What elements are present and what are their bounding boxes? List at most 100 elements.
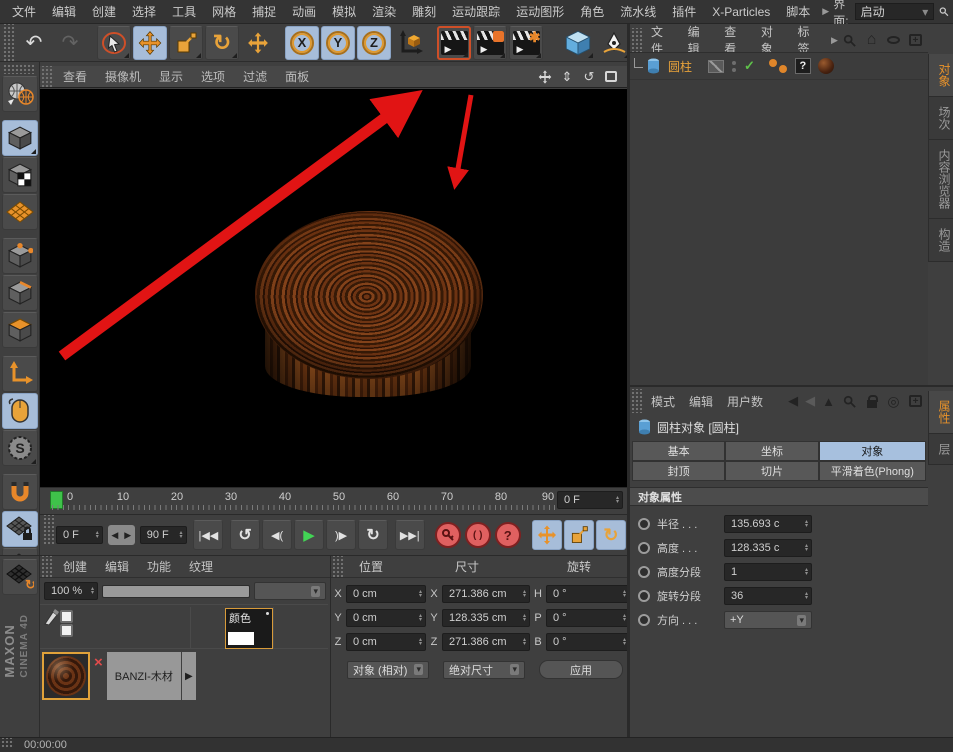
enable-axis-button[interactable] bbox=[2, 356, 38, 392]
viewport-menu-view[interactable]: 查看 bbox=[54, 68, 96, 85]
keyframe-circle-icon[interactable] bbox=[638, 518, 650, 530]
material-manager-icon-button[interactable]: ↻ bbox=[2, 559, 38, 595]
color-channel-cell[interactable]: 颜色 bbox=[225, 608, 273, 649]
add-primitive-button[interactable] bbox=[561, 26, 595, 60]
material-menu-edit[interactable]: 编辑 bbox=[96, 558, 138, 575]
key-scale-toggle[interactable] bbox=[564, 520, 594, 550]
attr-menu-edit[interactable]: 编辑 bbox=[682, 393, 720, 410]
model-mode-button[interactable] bbox=[2, 120, 38, 156]
attr-lock-icon[interactable] bbox=[864, 394, 879, 409]
step-back-icon[interactable]: ◀ bbox=[111, 530, 118, 541]
menu-snap[interactable]: 捕捉 bbox=[244, 3, 284, 20]
texture-mode-button[interactable] bbox=[2, 157, 38, 193]
go-to-start-button[interactable]: |◀◀ bbox=[193, 520, 223, 550]
attr-add-icon[interactable]: + bbox=[908, 394, 923, 409]
menu-script[interactable]: 脚本 bbox=[778, 3, 818, 20]
play-backwards-loop-button[interactable]: ↺ bbox=[230, 520, 260, 550]
keyframe-circle-icon[interactable] bbox=[638, 566, 650, 578]
menu-animate[interactable]: 动画 bbox=[284, 3, 324, 20]
menu-motion-tracker[interactable]: 运动跟踪 bbox=[444, 3, 508, 20]
frame-step-buttons[interactable]: ◀▶ bbox=[108, 525, 135, 545]
play-forward-loop-button[interactable]: ↻ bbox=[358, 520, 388, 550]
rotate-tool-button[interactable]: ↻ bbox=[205, 26, 239, 60]
go-to-end-button[interactable]: ▶▶| bbox=[395, 520, 425, 550]
layer-color-box[interactable] bbox=[708, 60, 724, 73]
viewport-menu-options[interactable]: 选项 bbox=[192, 68, 234, 85]
step-forward-icon[interactable]: ▶ bbox=[124, 530, 131, 541]
size-mode-dropdown[interactable]: 绝对尺寸 bbox=[443, 661, 525, 679]
material-menu-function[interactable]: 功能 bbox=[138, 558, 180, 575]
om-menu-more-icon[interactable]: ▶ bbox=[827, 35, 842, 46]
tab-basic[interactable]: 基本 bbox=[632, 441, 725, 461]
interface-layout-select[interactable]: 启动 bbox=[855, 3, 935, 20]
viewport-menu-cameras[interactable]: 摄像机 bbox=[96, 68, 150, 85]
magnet-snap-button[interactable] bbox=[2, 474, 38, 510]
enabled-check-icon[interactable]: ✓ bbox=[744, 58, 755, 74]
position-z-field[interactable]: 0 cm▴ ▾ bbox=[346, 633, 426, 651]
viewport-maximize-icon[interactable] bbox=[603, 69, 619, 85]
menu-simulate[interactable]: 模拟 bbox=[324, 3, 364, 20]
play-button[interactable]: ▶ bbox=[294, 520, 324, 550]
object-tree[interactable]: 圆柱 ✓ ? bbox=[630, 52, 928, 385]
menu-sculpt[interactable]: 雕刻 bbox=[404, 3, 444, 20]
live-selection-button[interactable] bbox=[97, 26, 131, 60]
tab-objects[interactable]: 对象 bbox=[928, 54, 953, 97]
material-zoom-field[interactable]: 100 %▴ ▾ bbox=[44, 582, 98, 600]
rotation-p-field[interactable]: 0 °▴ ▾ bbox=[546, 609, 630, 627]
attr-back-icon[interactable]: ◀ bbox=[788, 393, 798, 409]
workplane-mode-button[interactable] bbox=[2, 194, 38, 230]
attr-menu-userdata[interactable]: 用户数 bbox=[720, 393, 770, 410]
current-frame-field[interactable]: 0 F▴ ▾ bbox=[557, 491, 623, 509]
edges-mode-button[interactable] bbox=[2, 275, 38, 311]
layout-expand-icon[interactable]: ▶ bbox=[818, 6, 833, 17]
size-x-field[interactable]: 271.386 cm▴ ▾ bbox=[442, 585, 530, 603]
viewport-zoom-icon[interactable]: ⇕ bbox=[559, 69, 575, 85]
key-rotation-toggle[interactable]: ↻ bbox=[596, 520, 626, 550]
position-x-field[interactable]: 0 cm▴ ▾ bbox=[346, 585, 426, 603]
viewport-solo-button[interactable] bbox=[2, 393, 38, 429]
size-y-field[interactable]: 128.335 cm▴ ▾ bbox=[442, 609, 530, 627]
menu-select[interactable]: 选择 bbox=[124, 3, 164, 20]
menu-pipeline[interactable]: 流水线 bbox=[612, 3, 664, 20]
height-segments-field[interactable]: 1▴ ▾ bbox=[724, 563, 812, 581]
tab-object[interactable]: 对象 bbox=[819, 441, 926, 461]
menu-plugins[interactable]: 插件 bbox=[664, 3, 704, 20]
viewport-menu-panel[interactable]: 面板 bbox=[276, 68, 318, 85]
viewport-rotate-icon[interactable]: ↺ bbox=[581, 69, 597, 85]
tab-phong[interactable]: 平滑着色(Phong) bbox=[819, 461, 926, 481]
tab-layers[interactable]: 层 bbox=[928, 434, 953, 465]
next-key-button[interactable]: )▶ bbox=[326, 520, 356, 550]
lock-x-axis-button[interactable]: X bbox=[285, 26, 319, 60]
visibility-dots[interactable] bbox=[732, 61, 736, 72]
material-tag-icon[interactable] bbox=[818, 58, 834, 74]
viewport-menu-filter[interactable]: 过滤 bbox=[234, 68, 276, 85]
viewport-pan-icon[interactable] bbox=[537, 69, 553, 85]
keyframe-circle-icon[interactable] bbox=[638, 542, 650, 554]
render-view-button[interactable] bbox=[437, 26, 471, 60]
polygons-mode-button[interactable] bbox=[2, 312, 38, 348]
range-start-field[interactable]: 0 F▴ ▾ bbox=[56, 526, 103, 544]
material-menu-texture[interactable]: 纹理 bbox=[180, 558, 222, 575]
attr-up-icon[interactable]: ▲ bbox=[822, 394, 835, 409]
menu-tools[interactable]: 工具 bbox=[164, 3, 204, 20]
tab-caps[interactable]: 封顶 bbox=[632, 461, 725, 481]
timeline-ruler[interactable]: 0 10 20 30 40 50 60 70 80 90 0 F▴ ▾ bbox=[40, 487, 627, 515]
layer-checkbox-1[interactable] bbox=[60, 610, 73, 623]
menu-render[interactable]: 渲染 bbox=[364, 3, 404, 20]
undo-button[interactable]: ↶ bbox=[17, 26, 51, 60]
attr-target-icon[interactable]: ◎ bbox=[886, 394, 901, 409]
lock-z-axis-button[interactable]: Z bbox=[357, 26, 391, 60]
viewport-canvas[interactable] bbox=[40, 89, 627, 487]
menu-character[interactable]: 角色 bbox=[572, 3, 612, 20]
question-tag-icon[interactable]: ? bbox=[795, 58, 811, 74]
rotation-segments-field[interactable]: 36▴ ▾ bbox=[724, 587, 812, 605]
render-to-picture-viewer-button[interactable] bbox=[473, 26, 507, 60]
menu-mesh[interactable]: 网格 bbox=[204, 3, 244, 20]
rotation-h-field[interactable]: 0 °▴ ▾ bbox=[546, 585, 630, 603]
tab-attributes[interactable]: 属性 bbox=[928, 391, 953, 434]
scale-tool-button[interactable] bbox=[169, 26, 203, 60]
autokey-button[interactable]: ( ) bbox=[465, 522, 491, 548]
tab-slice[interactable]: 切片 bbox=[725, 461, 818, 481]
menu-mograph[interactable]: 运动图形 bbox=[508, 3, 572, 20]
attribute-grip[interactable] bbox=[630, 389, 644, 413]
